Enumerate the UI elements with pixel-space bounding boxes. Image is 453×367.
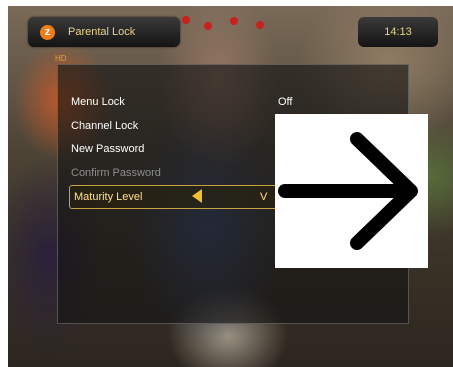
menu-item-label: Maturity Level [74,191,143,203]
menu-title: Parental Lock [68,26,136,38]
menu-item-value: V [260,191,268,203]
channel-logo-icon: z [40,25,55,40]
right-arrow-icon [278,132,418,250]
menu-item-label: New Password [71,143,145,155]
arrow-overlay [275,114,428,268]
clock: 14:13 [358,17,438,47]
menu-item-value: Off [278,96,293,108]
menu-item-label: Channel Lock [71,120,139,132]
arrow-left-icon[interactable] [192,189,202,203]
menu-item-label: Confirm Password [71,167,161,179]
menu-item-label: Menu Lock [71,96,125,108]
header-bar: z HD Parental Lock [28,17,180,63]
